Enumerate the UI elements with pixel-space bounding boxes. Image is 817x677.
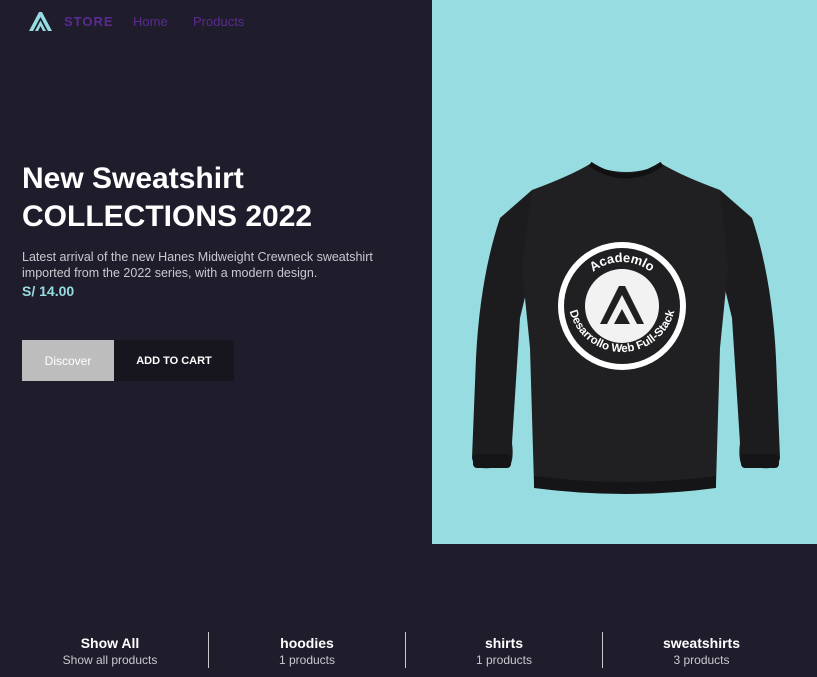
category-subtitle: 3 products [673,653,730,667]
hero-title-line-1: New Sweatshirt [22,162,244,195]
category-name: shirts [484,635,524,651]
nav-products-link[interactable]: Products [193,14,244,29]
category-sweatshirts[interactable]: sweatshirts 3 products [603,632,800,668]
category-name: Show All [80,635,140,651]
hero-description: Latest arrival of the new Hanes Midweigh… [22,250,373,280]
category-hoodies[interactable]: hoodies 1 products [209,632,406,668]
hero-price: S/ 14.00 [22,283,75,299]
category-name: sweatshirts [662,635,741,651]
category-subtitle: Show all products [62,653,158,667]
hero-title: New Sweatshirt COLLECTIONS 2022 [22,160,422,236]
add-to-cart-button[interactable]: ADD TO CART [114,340,234,381]
hero-image-panel: Academlo Desarrollo Web Full-Stack [432,0,817,544]
page: STORE Home Products 0 [0,0,817,677]
category-subtitle: 1 products [278,653,336,667]
category-show-all[interactable]: Show All Show all products [12,632,209,668]
academlo-logo-icon [29,12,52,31]
category-filter: Show All Show all products hoodies 1 pro… [12,632,800,670]
hero-title-line-2: COLLECTIONS 2022 [22,200,313,233]
category-shirts[interactable]: shirts 1 products [406,632,603,668]
brand[interactable]: STORE [28,10,114,32]
discover-button[interactable]: Discover [22,340,114,381]
category-name: hoodies [280,635,334,651]
brand-name: STORE [64,13,114,29]
nav-home-link[interactable]: Home [133,14,168,29]
category-subtitle: 1 products [475,653,533,667]
sweatshirt-image: Academlo Desarrollo Web Full-Stack [472,161,780,494]
